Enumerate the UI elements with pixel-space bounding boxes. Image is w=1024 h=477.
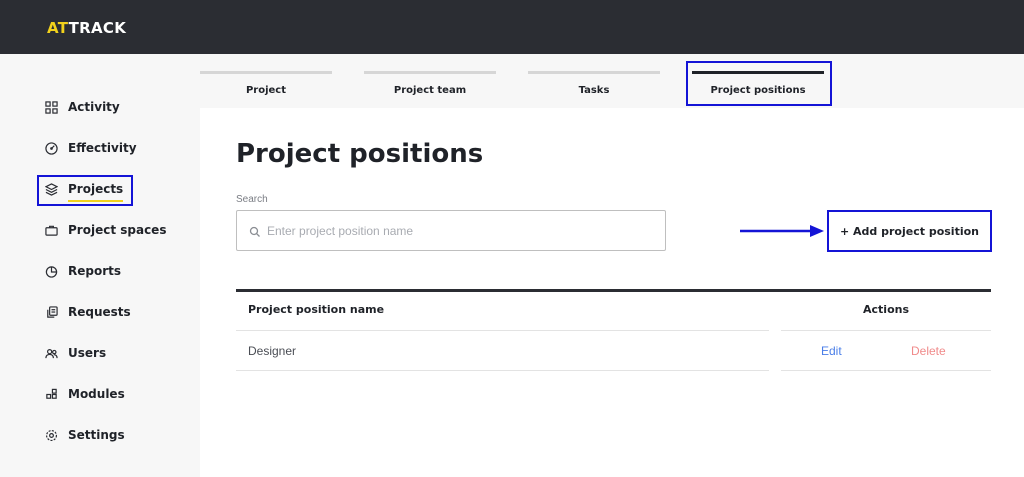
tab-project[interactable]: Project [200,71,332,108]
briefcase-icon [44,223,58,237]
logo-accent: AT [47,19,69,37]
sidebar-item-label: Requests [68,305,131,319]
projects-highlight-box [37,175,133,206]
add-project-position-button[interactable]: + Add project position [827,210,992,252]
tab-indicator [364,71,496,74]
search-icon [249,225,261,237]
tab-label: Project team [393,85,467,96]
row-divider [236,370,769,371]
row-divider [781,330,991,331]
top-bar: ATTRACK [0,0,1024,54]
sidebar-item-label: Activity [68,100,120,114]
grid-icon [44,100,58,114]
users-icon [44,346,58,360]
position-name-cell: Designer [248,344,297,358]
search-field[interactable] [236,210,666,251]
sidebar-item-reports[interactable]: Reports [44,261,121,281]
tab-label: Tasks [578,85,610,96]
tab-indicator [528,71,660,74]
gauge-icon [44,141,58,155]
sidebar-item-modules[interactable]: Modules [44,384,125,404]
table-top-border [236,289,991,292]
requests-icon [44,305,58,319]
sidebar-item-label: Users [68,346,107,360]
tab-bar: Project Project team Tasks Project posit… [200,54,1024,108]
search-label: Search [236,194,268,205]
active-tab-highlight-box [686,61,832,106]
sidebar-item-label: Modules [68,387,125,401]
row-divider [236,330,769,331]
app-logo[interactable]: ATTRACK [47,19,126,37]
row-divider [781,370,991,371]
sidebar-item-label: Reports [68,264,122,278]
edit-link[interactable]: Edit [821,344,842,358]
tab-project-team[interactable]: Project team [364,71,496,108]
sidebar-item-activity[interactable]: Activity [44,97,120,117]
logo-text: TRACK [68,19,127,37]
sidebar-item-settings[interactable]: Settings [44,425,125,445]
sidebar-item-effectivity[interactable]: Effectivity [44,138,137,158]
sidebar-item-label: Project spaces [68,223,167,237]
sidebar-item-project-spaces[interactable]: Project spaces [44,220,166,240]
column-header-actions: Actions [863,303,909,316]
page-title: Project positions [236,139,484,169]
tab-tasks[interactable]: Tasks [528,71,660,108]
sidebar-item-users[interactable]: Users [44,343,106,363]
delete-link[interactable]: Delete [911,344,946,358]
column-header-name: Project position name [248,303,385,316]
modules-icon [44,387,58,401]
tab-label: Project [245,85,287,96]
sidebar-item-label: Effectivity [68,141,137,155]
sidebar-item-label: Settings [68,428,125,442]
tab-indicator [200,71,332,74]
arrow-annotation [740,225,824,237]
search-input[interactable] [267,219,657,243]
pie-chart-icon [44,264,58,278]
sidebar-item-requests[interactable]: Requests [44,302,131,322]
gear-icon [44,428,58,442]
